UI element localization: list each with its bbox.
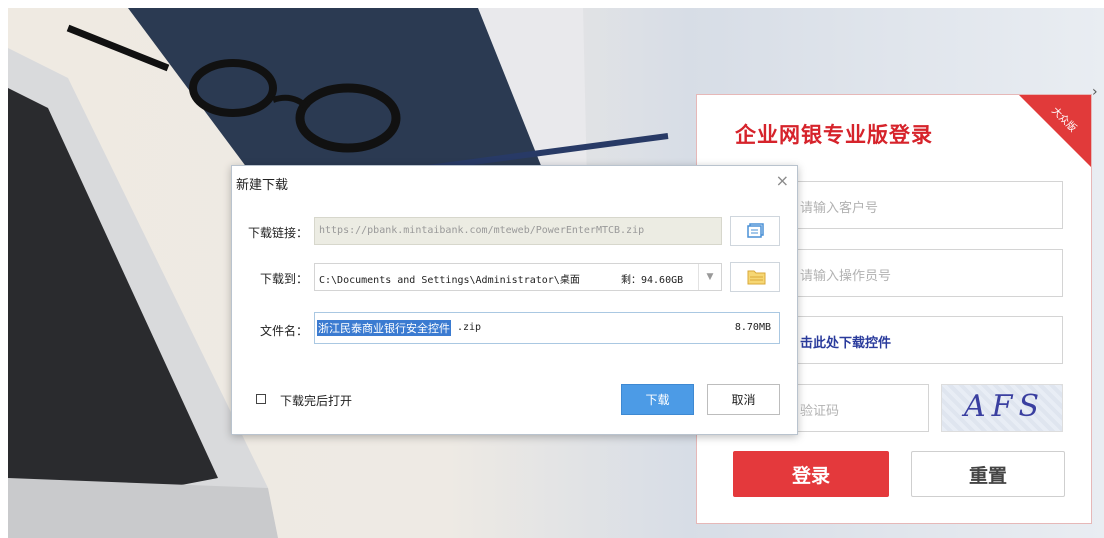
filename-input[interactable]: 浙江民泰商业银行安全控件 .zip 8.70MB	[314, 312, 780, 344]
filename-selected-text: 浙江民泰商业银行安全控件	[317, 320, 451, 336]
download-control-label: 击此处下载控件	[800, 336, 892, 351]
captcha-placeholder: 验证码	[800, 404, 840, 419]
download-url-value: https://pbank.mintaibank.com/mteweb/Powe…	[319, 225, 645, 236]
reset-button[interactable]: 重置	[911, 451, 1065, 497]
close-icon[interactable]: ×	[776, 171, 789, 190]
chevron-down-icon[interactable]: ▼	[698, 264, 721, 290]
login-button[interactable]: 登录	[733, 451, 889, 497]
copy-link-button[interactable]	[730, 216, 780, 246]
filename-label: 文件名：	[260, 324, 309, 338]
save-path-select[interactable]: C:\Documents and Settings\Administrator\…	[314, 263, 722, 291]
save-to-label: 下载到：	[260, 272, 309, 286]
cancel-button[interactable]: 取消	[707, 384, 780, 415]
operator-id-placeholder: 请输入操作员号	[800, 269, 892, 284]
open-after-download-checkbox[interactable]	[256, 394, 266, 404]
edition-ribbon: 大众版	[1019, 95, 1091, 167]
captcha-image[interactable]: AFS	[941, 384, 1063, 432]
filename-extension: .zip	[457, 322, 482, 333]
browse-folder-button[interactable]	[730, 262, 780, 292]
save-path-value: C:\Documents and Settings\Administrator\…	[319, 275, 580, 286]
login-title: 企业网银专业版登录	[735, 123, 933, 147]
download-button[interactable]: 下载	[621, 384, 694, 415]
dialog-title: 新建下载	[236, 178, 289, 193]
customer-id-placeholder: 请输入客户号	[800, 201, 879, 216]
download-url-field[interactable]: https://pbank.mintaibank.com/mteweb/Powe…	[314, 217, 722, 245]
close-icon[interactable]: ›	[1092, 84, 1104, 100]
file-size: 8.70MB	[734, 322, 771, 333]
url-label: 下载链接：	[248, 226, 309, 240]
captcha-text: AFS	[964, 389, 1046, 424]
free-space: 剩：94.60GB	[621, 275, 684, 286]
folder-icon	[747, 270, 766, 285]
copy-icon	[747, 223, 764, 238]
open-after-download-label[interactable]: 下载完后打开	[280, 392, 352, 409]
new-download-dialog: 新建下载 × 下载链接： https://pbank.mintaibank.co…	[231, 165, 798, 435]
